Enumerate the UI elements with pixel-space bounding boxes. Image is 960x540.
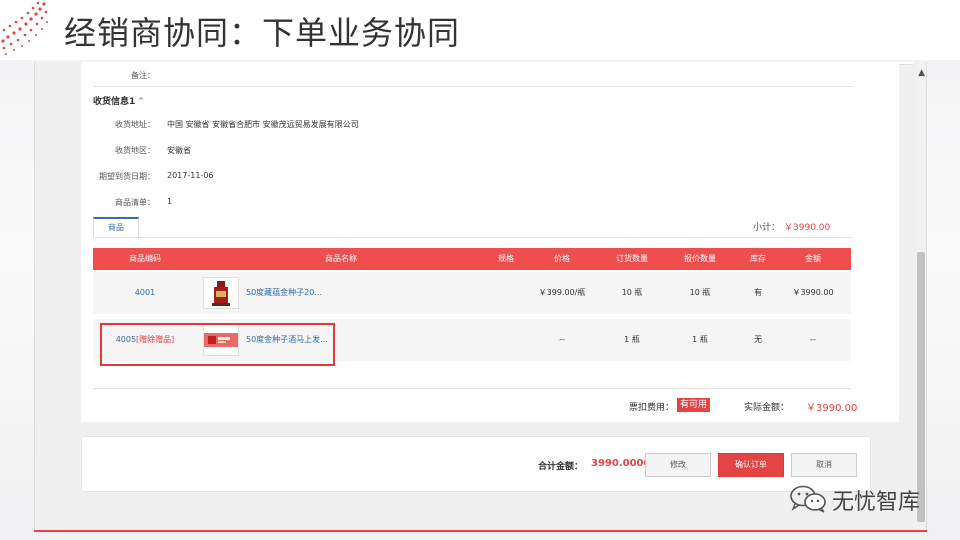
col-header-amount: 金额 — [805, 254, 821, 263]
field-value-date: 2017-11-06 — [167, 171, 214, 180]
scroll-thumb[interactable] — [917, 252, 925, 522]
subtotal-label: 小计： — [753, 223, 781, 233]
wechat-icon — [790, 485, 826, 513]
decorative-dots — [1, 1, 48, 55]
product-code-link[interactable]: 4001 — [93, 272, 197, 314]
product-order-qty: 1 瓶 — [624, 335, 640, 344]
field-label-region: 收货地区： — [115, 146, 155, 155]
tab-underline — [93, 237, 853, 238]
col-header-stock: 库存 — [750, 254, 766, 263]
table-row: 4001 50度藏蕴金种子20... ￥399.00/瓶 10 瓶 10 瓶 有… — [93, 272, 851, 314]
field-label-items: 商品清单： — [115, 198, 155, 207]
field-label-date: 期望到货日期： — [99, 172, 155, 181]
field-value-items: 1 — [167, 197, 173, 206]
product-order-qty: 10 瓶 — [621, 288, 643, 297]
field-value-region: 安徽省 — [167, 146, 191, 155]
watermark-text: 无忧智库 — [832, 490, 921, 515]
highlight-box — [100, 323, 335, 366]
tab-products[interactable]: 商品 — [93, 217, 139, 237]
col-header-quote-qty: 报价数量 — [684, 254, 716, 263]
fee-available-badge[interactable]: 有可用 — [677, 398, 711, 412]
product-price: ￥399.00/瓶 — [538, 288, 586, 297]
order-panel: 备注： 收货信息1 ⌃ 收货地址： 中国 安徽省 安徽省合肥市 安徽茂远贸易发展有… — [81, 62, 899, 422]
product-quote-qty: 1 瓶 — [692, 335, 708, 344]
col-header-name: 商品名称 — [325, 254, 357, 263]
confirm-order-button[interactable]: 确认订单 — [718, 453, 784, 477]
divider — [93, 86, 853, 87]
product-stock: 有 — [754, 288, 762, 297]
col-header-code: 商品编码 — [129, 254, 161, 263]
product-price: -- — [559, 335, 565, 344]
remark-label: 备注： — [131, 71, 155, 80]
fee-label: 票扣费用： — [629, 403, 675, 413]
divider — [93, 388, 851, 389]
chevron-up-icon[interactable]: ⌃ — [137, 97, 145, 107]
product-amount: ￥3990.00 — [792, 288, 834, 297]
section-title-text: 收货信息1 — [93, 97, 136, 107]
total-value: 3990.0000 — [591, 458, 651, 469]
actual-amount-value: ￥3990.00 — [806, 403, 858, 414]
cancel-button[interactable]: 取消 — [791, 453, 857, 477]
order-footer: 合计金额： 3990.0000 修改 确认订单 取消 — [81, 436, 871, 492]
product-thumbnail — [203, 277, 239, 309]
scroll-up-icon[interactable]: ▲ — [918, 68, 925, 78]
col-header-order-qty: 订货数量 — [616, 254, 648, 263]
col-header-spec: 规格 — [498, 254, 514, 263]
scrollbar[interactable]: ▲ — [916, 62, 926, 530]
subtotal: 小计： ￥3990.00 — [753, 220, 830, 233]
field-value-address: 中国 安徽省 安徽省合肥市 安徽茂远贸易发展有限公司 — [167, 120, 359, 129]
product-quote-qty: 10 瓶 — [689, 288, 711, 297]
product-name-link[interactable]: 50度藏蕴金种子20... — [246, 272, 336, 314]
field-label-address: 收货地址： — [115, 120, 155, 129]
product-stock: 无 — [754, 335, 762, 344]
modify-button[interactable]: 修改 — [645, 453, 711, 477]
subtotal-value: ￥3990.00 — [784, 223, 831, 233]
actual-amount-label: 实际金额： — [744, 403, 790, 413]
bottom-accent-line — [34, 530, 927, 532]
watermark-logo: 无忧智库 — [788, 484, 920, 515]
app-window: 备注： 收货信息1 ⌃ 收货地址： 中国 安徽省 安徽省合肥市 安徽茂远贸易发展有… — [34, 62, 927, 530]
col-header-price: 价格 — [554, 254, 570, 263]
slide-title: 经销商协同：下单业务协同 — [64, 14, 461, 52]
section-title[interactable]: 收货信息1 ⌃ — [93, 94, 145, 107]
table-header: 商品编码 商品名称 规格 价格 订货数量 报价数量 库存 金额 — [93, 248, 851, 270]
product-amount: -- — [810, 335, 816, 344]
total-label: 合计金额： — [538, 462, 584, 472]
